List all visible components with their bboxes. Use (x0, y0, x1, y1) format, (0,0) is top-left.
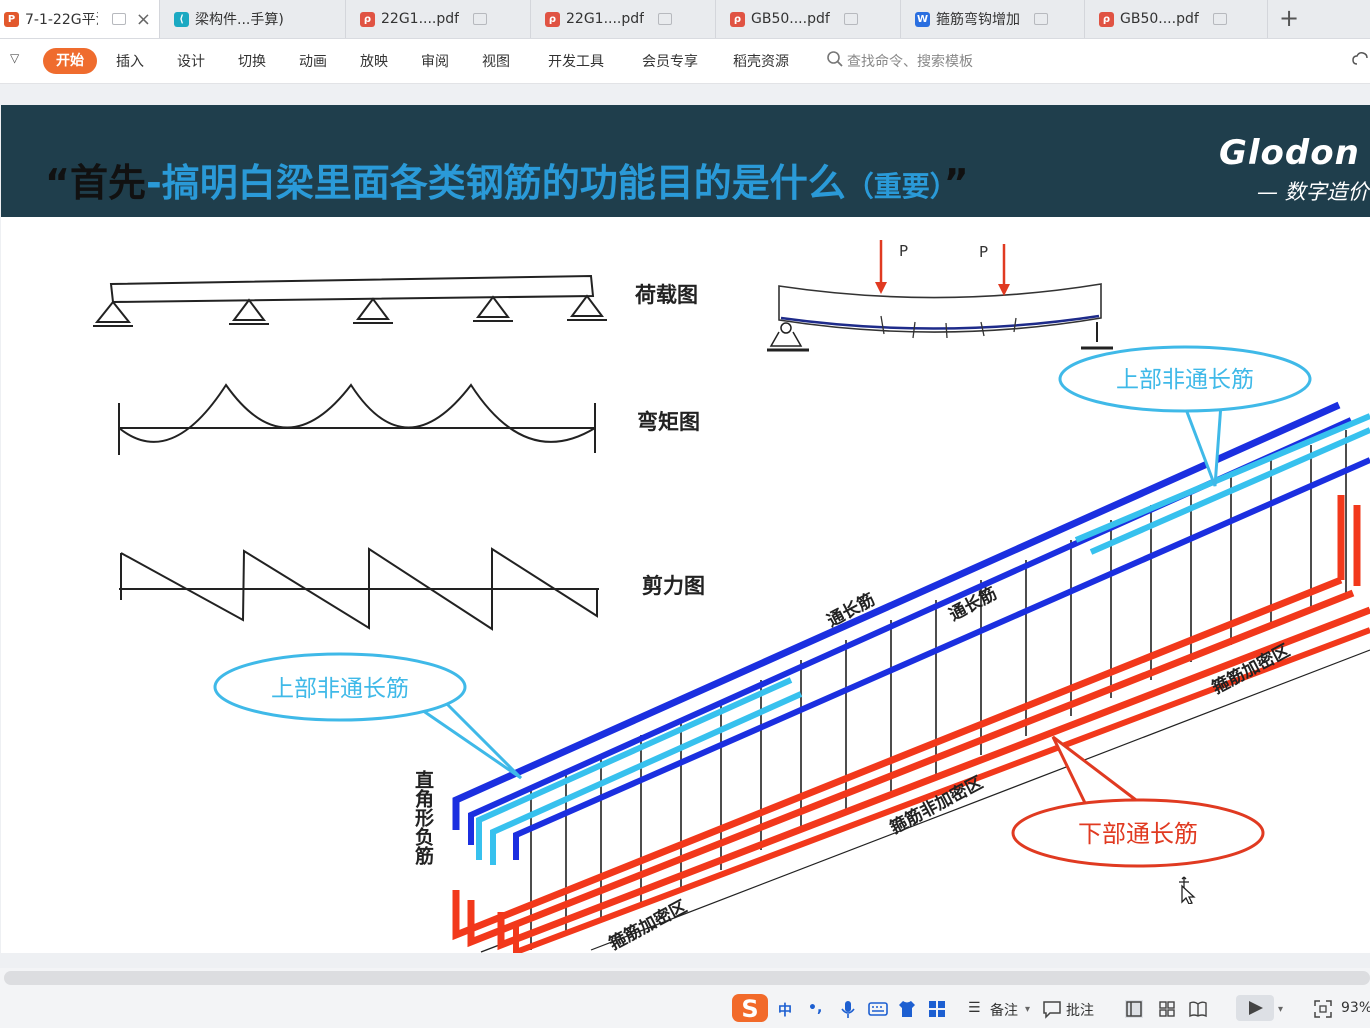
brand-tagline: — 数字造价 (1257, 180, 1369, 204)
menu-transition[interactable]: 切换 (238, 51, 266, 71)
zoom-level[interactable]: 93% (1341, 1000, 1370, 1016)
toolbox-grid-icon[interactable] (927, 999, 947, 1019)
pdf-file-icon: ρ (545, 11, 560, 27)
menu-animation[interactable]: 动画 (299, 51, 327, 71)
word-file-icon: W (915, 11, 930, 27)
svg-text:S: S (741, 995, 758, 1023)
menu-slideshow[interactable]: 放映 (360, 51, 388, 71)
slide-sorter-view-icon[interactable] (1157, 999, 1177, 1019)
shear-diagram-label: 剪力图 (642, 574, 705, 598)
tab-label: 22G1....pdf (566, 11, 645, 27)
comment-icon[interactable] (1042, 999, 1062, 1019)
moment-diagram-label: 弯矩图 (637, 410, 700, 434)
cloud-icon[interactable] (1352, 49, 1370, 69)
beam-bending-sketch (767, 240, 1113, 352)
tab-label: 7-1-22G平法 (25, 12, 98, 28)
notes-button[interactable]: 备注 (990, 1000, 1018, 1020)
ppt-file-icon: P (4, 11, 19, 27)
tab-label: GB50....pdf (1120, 11, 1199, 27)
tab-label: GB50....pdf (751, 11, 830, 27)
status-bar: S 中 •, ☰ 备注 ▾ 批注 ▾ 93% (0, 990, 1370, 1028)
menu-developer[interactable]: 开发工具 (548, 51, 604, 71)
title-key: 首先 (69, 161, 146, 205)
notes-dropdown-icon[interactable]: ▾ (1025, 1004, 1030, 1015)
window-preview-icon[interactable] (843, 13, 858, 25)
fit-window-icon[interactable] (1313, 999, 1333, 1019)
tab-bar: P 7-1-22G平法 × ⟨ 梁构件...手算) ρ 22G1....pdf … (0, 0, 1370, 39)
shear-diagram (119, 547, 599, 631)
tab-pdf-2[interactable]: ρ 22G1....pdf (531, 0, 716, 38)
moment-diagram (118, 383, 596, 455)
sogou-ime-icon[interactable]: S (731, 993, 769, 1023)
window-preview-icon[interactable] (1034, 13, 1048, 25)
chevron-down-icon[interactable]: ▽ (10, 51, 19, 65)
close-tab-icon[interactable]: × (136, 9, 151, 30)
title-small: （重要） (845, 170, 944, 203)
window-preview-icon[interactable] (473, 13, 488, 25)
window-preview-icon[interactable] (658, 13, 673, 25)
search-input[interactable]: 查找命令、搜索模板 (847, 51, 973, 71)
tab-label: 箍筋弯钩增加 (936, 12, 1020, 28)
keyboard-icon[interactable] (868, 999, 888, 1019)
slide-header: “首先-搞明白梁里面各类钢筋的功能目的是什么（重要）” Glodon — 数字造… (1, 105, 1370, 217)
load-p2-label: P (979, 243, 988, 261)
ime-punctuation-icon[interactable]: •, (808, 1000, 822, 1016)
title-open-quote: “ (45, 161, 70, 205)
menu-review[interactable]: 审阅 (421, 51, 449, 71)
microphone-icon[interactable] (838, 999, 858, 1019)
menu-insert[interactable]: 插入 (116, 51, 144, 71)
tab-mindmap[interactable]: ⟨ 梁构件...手算) (160, 0, 346, 38)
horizontal-scrollbar[interactable] (4, 971, 1370, 985)
callout-top-right-text: 上部非通长筋 (1116, 367, 1254, 393)
beam-diagram: 荷载图 弯矩图 剪力图 P P 通长筋 通长筋 箍筋加密区 箍筋非加密区 箍筋加… (93, 240, 1370, 953)
title-main: -搞明白梁里面各类钢筋的功能目的是什么 (146, 161, 846, 205)
search-icon[interactable] (826, 50, 844, 68)
right-angle-negative-bar-label: 直角形负筋 (412, 769, 434, 866)
play-icon (1249, 1001, 1263, 1015)
load-diagram (93, 274, 607, 327)
slide[interactable]: “首先-搞明白梁里面各类钢筋的功能目的是什么（重要）” Glodon — 数字造… (1, 105, 1370, 953)
menu-view[interactable]: 视图 (482, 51, 510, 71)
callout-bottom-text: 下部通长筋 (1078, 820, 1198, 848)
pdf-file-icon: ρ (730, 11, 745, 27)
pdf-file-icon: ρ (1099, 11, 1114, 27)
brand-logo: Glodon (1219, 133, 1360, 173)
tab-pdf-4[interactable]: ρ GB50....pdf (1085, 0, 1268, 38)
window-preview-icon[interactable] (1212, 13, 1227, 25)
tab-pdf-3[interactable]: ρ GB50....pdf (716, 0, 901, 38)
comment-button[interactable]: 批注 (1066, 1000, 1094, 1020)
ime-chinese-mode[interactable]: 中 (778, 1000, 792, 1020)
callout-top-left-text: 上部非通长筋 (271, 676, 409, 702)
mindmap-file-icon: ⟨ (174, 11, 189, 27)
tab-ppt-active[interactable]: P 7-1-22G平法 × (0, 0, 160, 38)
move-cursor-icon (1179, 876, 1196, 904)
play-dropdown-icon[interactable]: ▾ (1278, 1004, 1283, 1015)
reading-view-icon[interactable] (1188, 999, 1208, 1019)
callout-top-left (213, 652, 523, 780)
play-slideshow-button[interactable] (1236, 995, 1274, 1021)
tab-label: 22G1....pdf (381, 11, 460, 27)
new-tab-button[interactable]: + (1277, 4, 1301, 32)
pdf-file-icon: ρ (360, 11, 375, 27)
menu-membership[interactable]: 会员专享 (642, 51, 698, 71)
slide-title: “首先-搞明白梁里面各类钢筋的功能目的是什么（重要）” (45, 152, 969, 207)
title-close-quote: ” (943, 161, 969, 205)
ribbon-menu: ▽ 开始 插入 设计 切换 动画 放映 审阅 视图 开发工具 会员专享 稻壳资源… (0, 39, 1370, 84)
skin-shirt-icon[interactable] (897, 999, 917, 1019)
tab-doc[interactable]: W 箍筋弯钩增加 (901, 0, 1085, 38)
normal-view-icon[interactable] (1124, 999, 1144, 1019)
menu-design[interactable]: 设计 (177, 51, 205, 71)
menu-docer-resources[interactable]: 稻壳资源 (733, 51, 789, 71)
load-diagram-label: 荷载图 (635, 283, 698, 307)
load-p1-label: P (899, 242, 908, 260)
tab-label: 梁构件...手算) (195, 12, 284, 28)
notes-menu-icon[interactable]: ☰ (968, 1000, 981, 1016)
tab-pdf-1[interactable]: ρ 22G1....pdf (346, 0, 531, 38)
menu-start[interactable]: 开始 (43, 48, 97, 74)
window-preview-icon[interactable] (111, 13, 126, 25)
